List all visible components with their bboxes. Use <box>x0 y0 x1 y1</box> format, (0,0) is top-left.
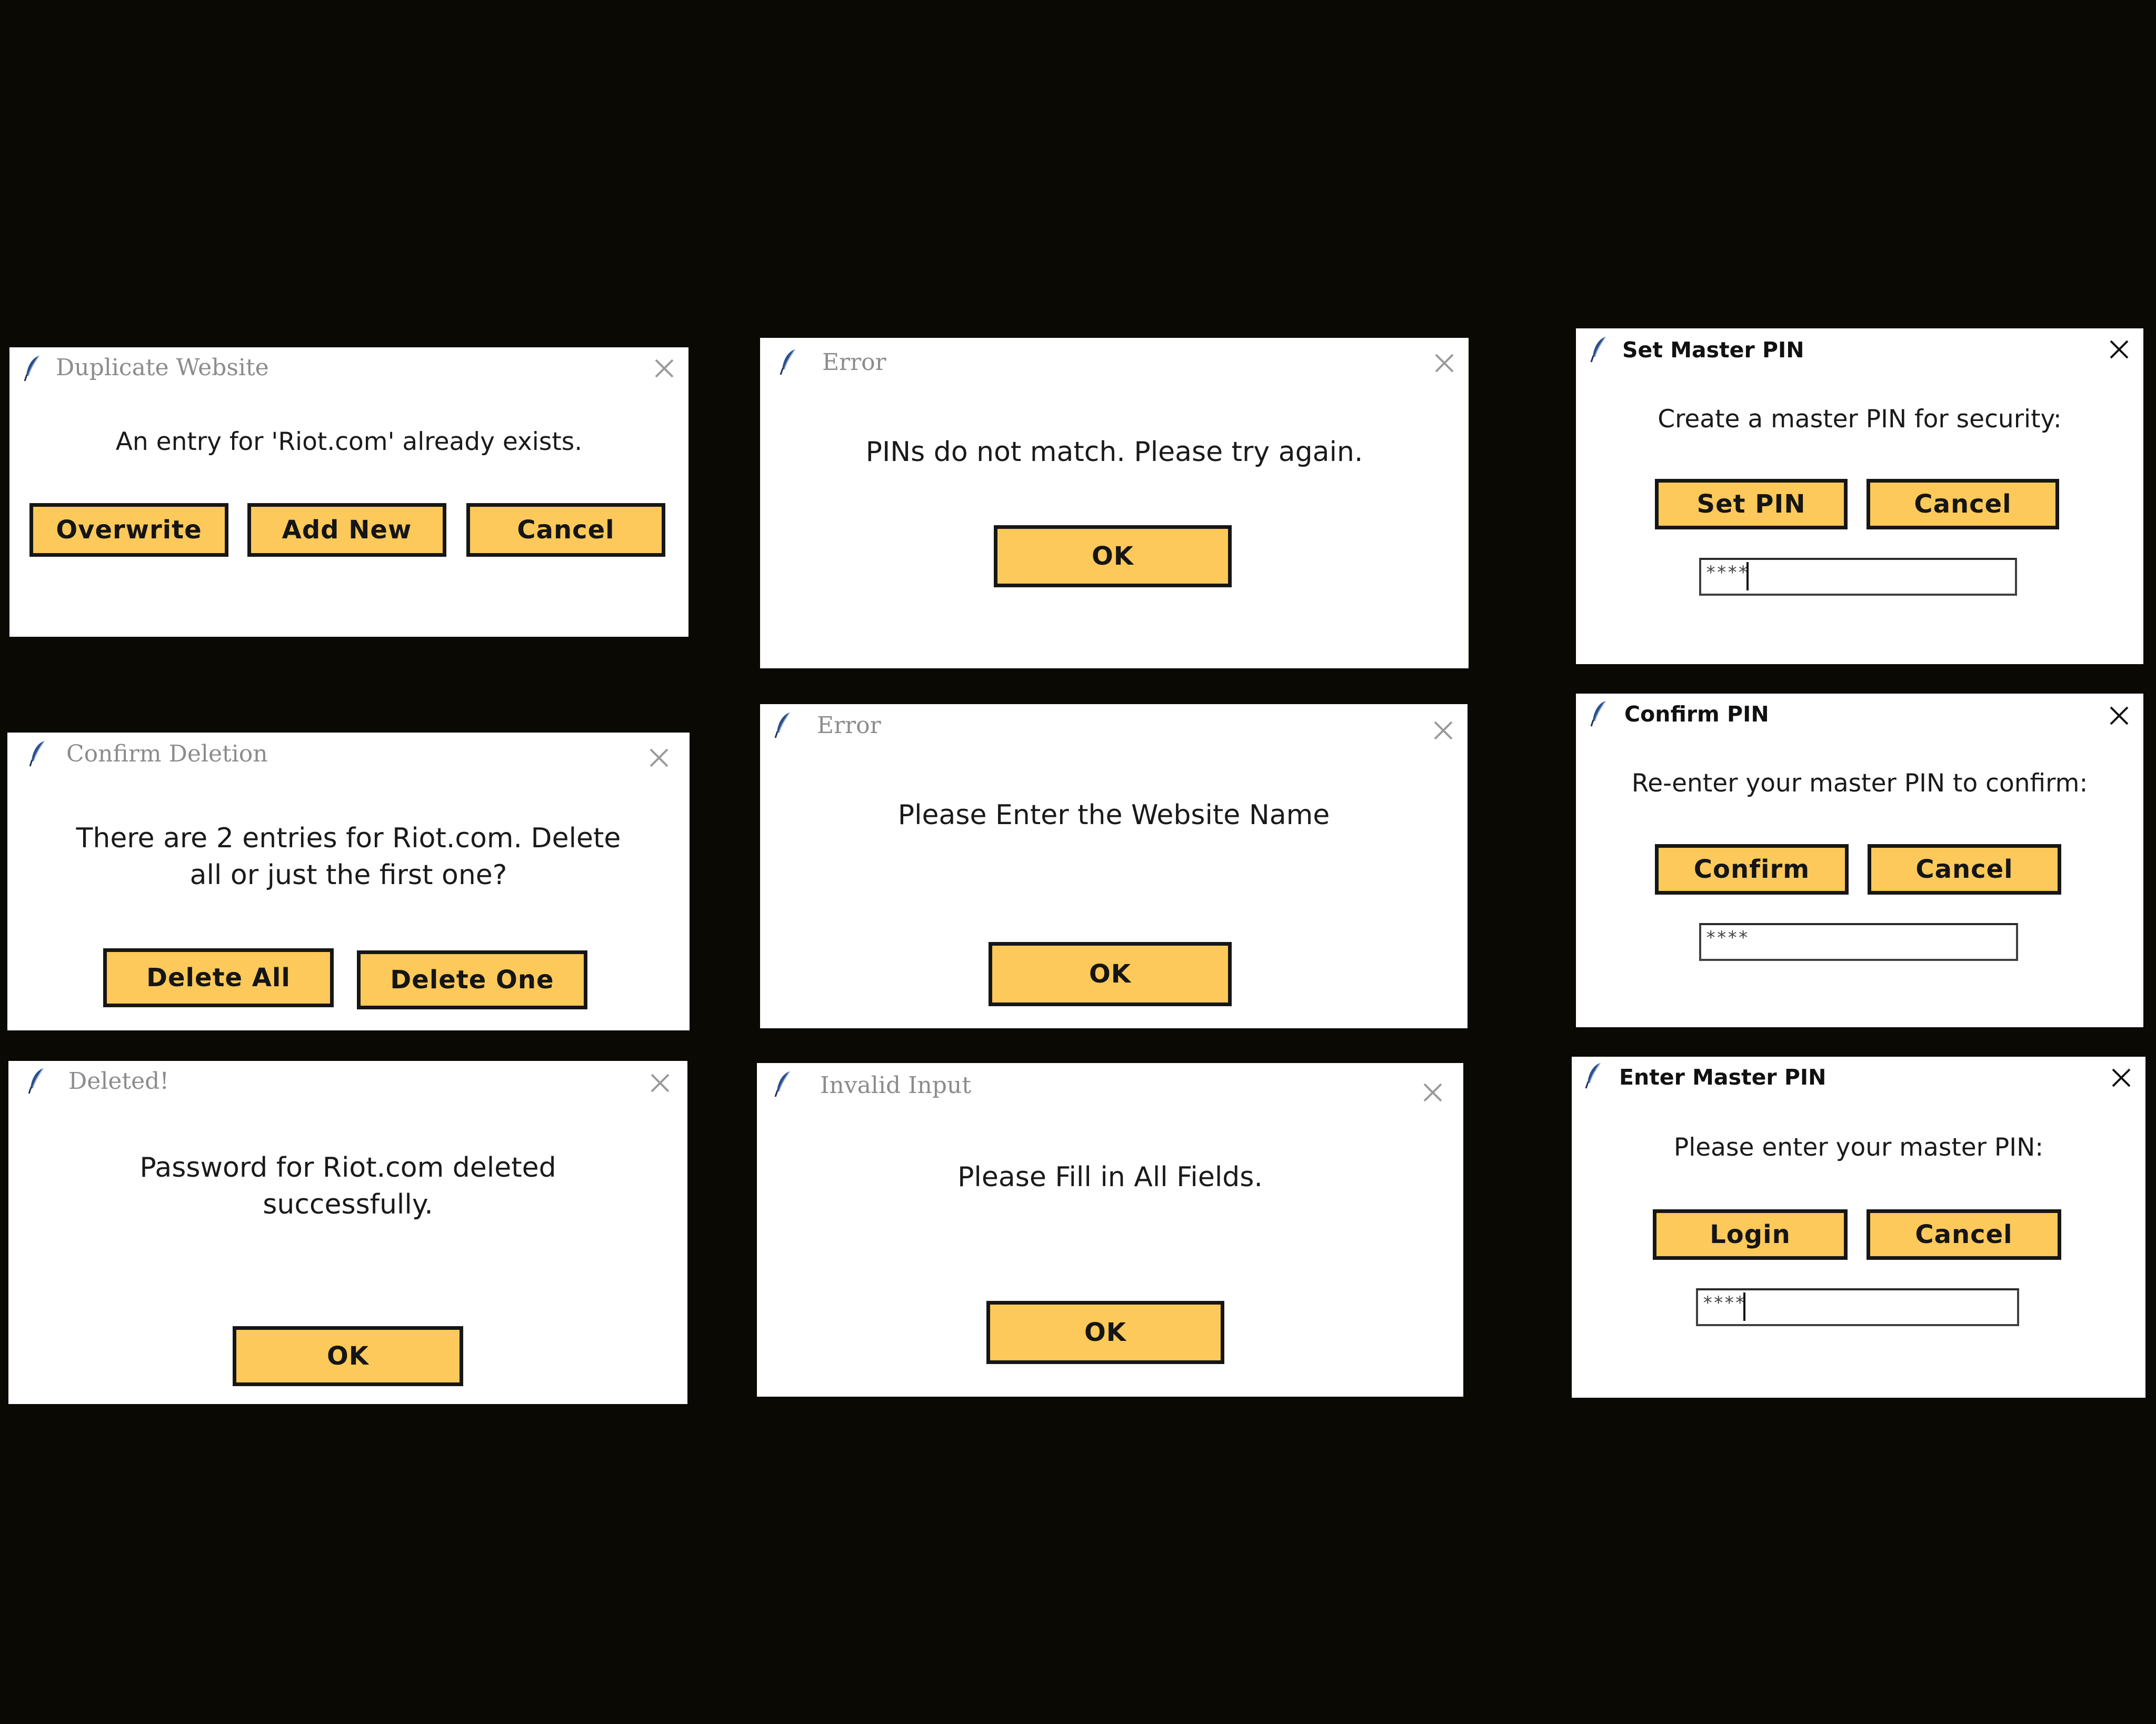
cancel-button[interactable]: Cancel <box>1866 479 2059 529</box>
dialog-duplicate-website: Duplicate Website An entry for 'Riot.com… <box>9 347 688 637</box>
dialog-title: Error <box>822 349 886 376</box>
set-pin-button[interactable]: Set PIN <box>1655 479 1848 529</box>
dialog-message-line-2: successfully. <box>263 1189 433 1220</box>
dialog-deleted: Deleted! Password for Riot.com deleted s… <box>8 1061 687 1404</box>
login-button[interactable]: Login <box>1653 1209 1848 1260</box>
title-bar[interactable]: Invalid Input <box>757 1063 1463 1104</box>
dialog-invalid-input: Invalid Input Please Fill in All Fields.… <box>757 1063 1463 1397</box>
close-icon[interactable] <box>1432 350 1457 376</box>
title-bar[interactable]: Confirm PIN <box>1576 694 2143 735</box>
close-icon[interactable] <box>646 745 672 770</box>
feather-icon <box>774 711 793 739</box>
dialog-title: Invalid Input <box>820 1072 972 1099</box>
close-icon[interactable] <box>647 1070 673 1096</box>
title-bar[interactable]: Deleted! <box>8 1061 687 1102</box>
delete-one-button[interactable]: Delete One <box>357 950 587 1009</box>
dialog-enter-master-pin: Enter Master PIN Please enter your maste… <box>1572 1057 2145 1398</box>
close-icon[interactable] <box>652 356 677 381</box>
ok-button[interactable]: OK <box>233 1326 463 1386</box>
title-bar[interactable]: Enter Master PIN <box>1572 1057 2145 1098</box>
feather-icon <box>774 1070 793 1098</box>
text-caret <box>1743 1292 1745 1321</box>
ok-button[interactable]: OK <box>994 525 1232 587</box>
dialog-message: Create a master PIN for security: <box>1658 405 2062 434</box>
dialog-title: Confirm PIN <box>1624 701 1769 727</box>
dialog-message-line-1: There are 2 entries for Riot.com. Delete <box>76 823 621 854</box>
cancel-button[interactable]: Cancel <box>466 503 665 557</box>
close-icon[interactable] <box>2109 1065 2134 1090</box>
pin-value: **** <box>1702 1292 1745 1314</box>
dialog-title: Error <box>817 712 881 739</box>
dialog-title: Deleted! <box>68 1068 169 1095</box>
title-bar[interactable]: Error <box>760 704 1468 745</box>
dialog-confirm-deletion: Confirm Deletion There are 2 entries for… <box>7 733 690 1030</box>
feather-icon <box>23 355 42 382</box>
feather-icon <box>1590 700 1609 727</box>
feather-icon <box>779 348 798 376</box>
add-new-button[interactable]: Add New <box>247 503 446 557</box>
feather-icon <box>1590 336 1609 363</box>
dialog-message-line-1: Password for Riot.com deleted <box>139 1152 556 1184</box>
title-bar[interactable]: Error <box>760 338 1469 379</box>
dialog-message-line-2: all or just the first one? <box>189 859 507 891</box>
dialog-message: Please enter your master PIN: <box>1673 1133 2044 1162</box>
dialog-set-master-pin: Set Master PIN Create a master PIN for s… <box>1576 328 2143 664</box>
dialog-error-website: Error Please Enter the Website Name OK <box>760 704 1468 1028</box>
confirm-button[interactable]: Confirm <box>1655 844 1849 895</box>
pin-input[interactable]: **** <box>1696 1288 2019 1326</box>
cancel-button[interactable]: Cancel <box>1868 844 2061 895</box>
dialog-error-pins: Error PINs do not match. Please try agai… <box>760 338 1469 668</box>
dialog-message: Please Fill in All Fields. <box>957 1161 1263 1193</box>
pin-input[interactable]: **** <box>1699 558 2017 596</box>
text-caret <box>1746 562 1749 590</box>
dialog-message: PINs do not match. Please try again. <box>865 436 1363 468</box>
dialog-message: An entry for 'Riot.com' already exists. <box>115 427 583 456</box>
title-bar[interactable]: Set Master PIN <box>1576 328 2143 369</box>
pin-value: **** <box>1705 562 1749 583</box>
cancel-button[interactable]: Cancel <box>1866 1209 2061 1260</box>
dialog-title: Set Master PIN <box>1622 337 1804 363</box>
close-icon[interactable] <box>1431 718 1456 743</box>
close-icon[interactable] <box>2107 337 2132 362</box>
dialog-title: Confirm Deletion <box>66 740 268 767</box>
dialog-title: Duplicate Website <box>56 354 269 381</box>
ok-button[interactable]: OK <box>989 942 1232 1006</box>
feather-icon <box>28 740 47 767</box>
delete-all-button[interactable]: Delete All <box>103 948 334 1007</box>
dialog-message: Please Enter the Website Name <box>897 799 1330 831</box>
overwrite-button[interactable]: Overwrite <box>29 503 228 557</box>
dialog-message: Re-enter your master PIN to confirm: <box>1631 769 2088 798</box>
pin-input[interactable]: **** <box>1699 923 2018 961</box>
feather-icon <box>1584 1062 1603 1089</box>
title-bar[interactable]: Confirm Deletion <box>7 733 690 774</box>
feather-icon <box>27 1067 46 1095</box>
close-icon[interactable] <box>1420 1080 1445 1105</box>
dialog-title: Enter Master PIN <box>1619 1065 1826 1090</box>
ok-button[interactable]: OK <box>986 1301 1224 1364</box>
close-icon[interactable] <box>2107 703 2132 728</box>
dialog-confirm-pin: Confirm PIN Re-enter your master PIN to … <box>1576 694 2143 1027</box>
title-bar[interactable]: Duplicate Website <box>9 347 688 388</box>
pin-value: **** <box>1705 927 1749 948</box>
